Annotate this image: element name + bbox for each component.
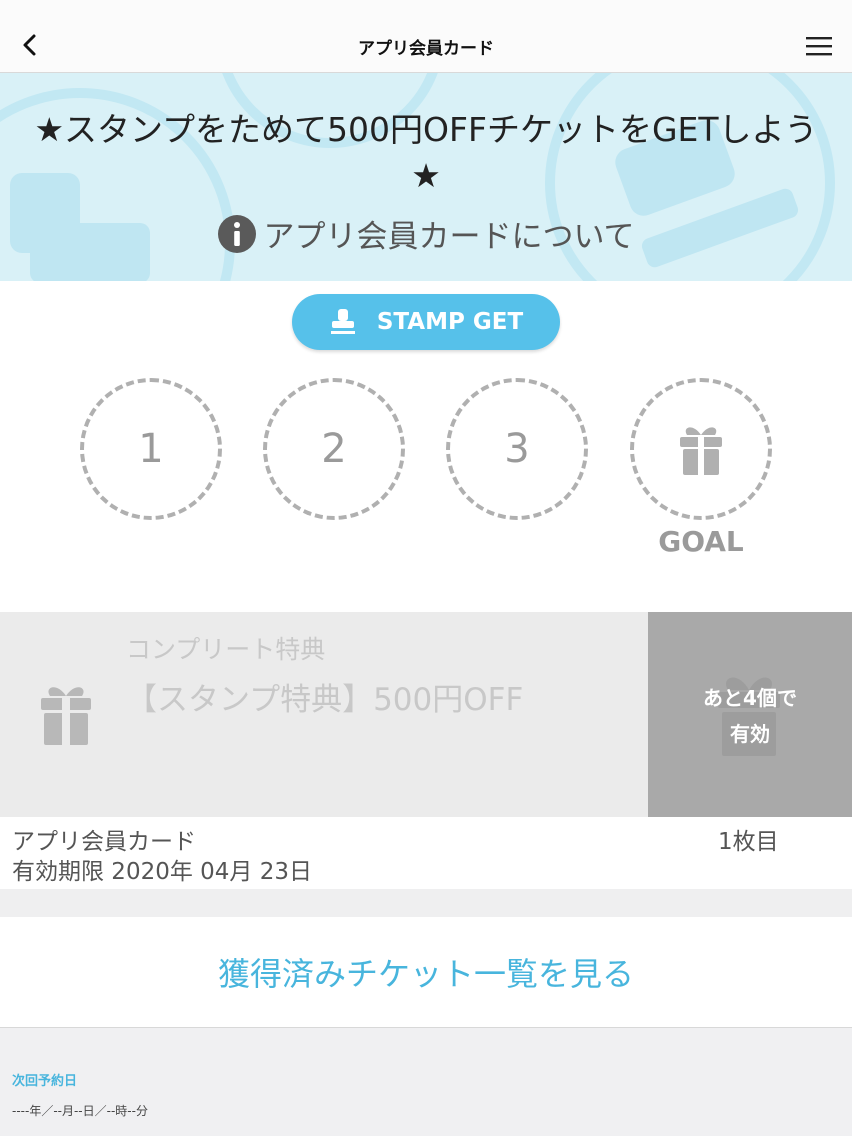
card-expiry: 有効期限 2020年 04月 23日 — [12, 859, 312, 885]
next-reservation-value: ----年／--月--日／--時--分 — [12, 1104, 148, 1118]
section-divider — [0, 889, 852, 917]
campaign-banner: ★スタンプをためて500円OFFチケットをGETしよう★ アプリ会員カードについ… — [0, 73, 852, 281]
stamp-slot-number: 1 — [138, 426, 164, 472]
view-tickets-label: 獲得済みチケット一覧を見る — [217, 955, 634, 993]
stamp-get-button[interactable]: STAMP GET — [292, 294, 560, 350]
stamp-slot-goal — [630, 378, 772, 520]
stamp-icon — [330, 309, 355, 334]
stamp-get-label: STAMP GET — [376, 309, 524, 335]
info-icon — [218, 215, 257, 253]
goal-label: GOAL — [658, 525, 744, 558]
remaining-count-label: あと4個で — [703, 686, 797, 710]
remaining-stamps-text: あと4個で 有効 — [648, 680, 852, 752]
menu-button[interactable] — [804, 34, 834, 58]
remaining-status-label: 有効 — [730, 722, 770, 746]
reward-subtitle: コンプリート特典 — [126, 635, 326, 664]
stamp-slot-3: 3 — [446, 378, 588, 520]
navigation-bar: アプリ会員カード — [0, 0, 852, 73]
reward-title: 【スタンプ特典】500円OFF — [126, 682, 524, 718]
card-count: 1枚目 — [718, 829, 779, 855]
next-reservation-section — [0, 1027, 852, 1136]
stamp-slot-number: 3 — [504, 426, 530, 472]
about-link-label: アプリ会員カードについて — [263, 219, 635, 255]
stamp-slot-number: 2 — [321, 426, 347, 472]
view-tickets-link[interactable]: 獲得済みチケット一覧を見る — [0, 917, 852, 1027]
card-name: アプリ会員カード — [12, 829, 196, 855]
page-title: アプリ会員カード — [358, 39, 494, 59]
next-reservation-label: 次回予約日 — [12, 1074, 78, 1089]
gift-icon — [41, 687, 91, 745]
stamp-slot-2: 2 — [263, 378, 405, 520]
banner-headline: ★スタンプをためて500円OFFチケットをGETしよう★ — [34, 110, 818, 195]
gift-icon — [680, 427, 722, 475]
hamburger-menu-icon — [806, 37, 832, 56]
about-member-card-link[interactable]: アプリ会員カードについて — [0, 211, 852, 256]
stamp-slot-1: 1 — [80, 378, 222, 520]
